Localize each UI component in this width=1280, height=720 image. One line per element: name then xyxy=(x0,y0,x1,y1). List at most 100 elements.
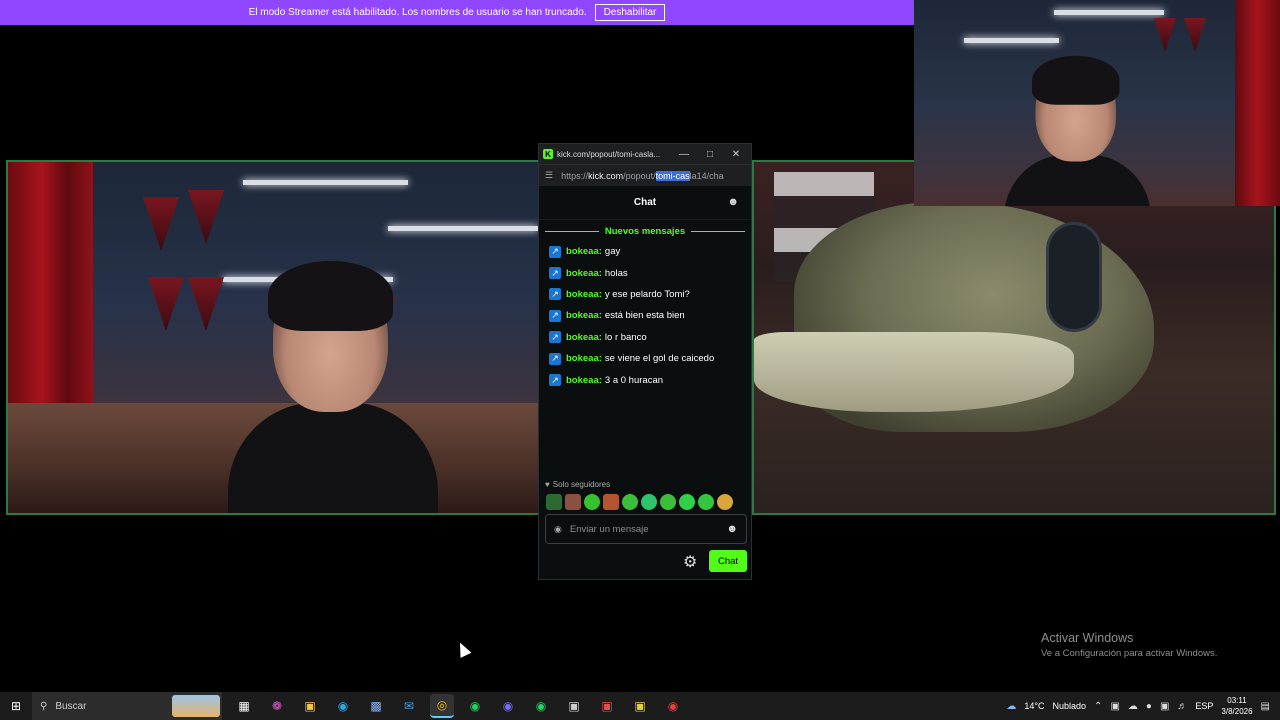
site-settings-icon[interactable]: ☰ xyxy=(545,170,553,181)
clock[interactable]: 03:11 3/8/2026 xyxy=(1221,695,1252,717)
kick-logo-icon: K xyxy=(543,149,553,159)
emote-icon[interactable] xyxy=(565,494,581,510)
chat-messages: ↗ bokeaa: gay ↗ bokeaa: holas ↗ bokeaa: y ese … xyxy=(539,241,751,391)
users-icon[interactable]: ☻ xyxy=(727,196,739,208)
activate-windows-watermark: Activar Windows Ve a Configuración para … xyxy=(1041,631,1217,659)
emote-icon[interactable] xyxy=(717,494,733,510)
spotify-icon[interactable]: ◉ xyxy=(463,694,487,718)
weather-desc[interactable]: Nublado xyxy=(1053,701,1087,711)
onedrive-icon[interactable]: ☁ xyxy=(1128,701,1138,712)
minimize-icon[interactable]: — xyxy=(673,149,695,160)
chat-username[interactable]: bokeaa: xyxy=(566,310,602,321)
badge-icon: ↗ xyxy=(549,267,561,280)
weather-icon[interactable]: ☁ xyxy=(1006,701,1016,712)
chat-message: ↗ bokeaa: está bien esta bien xyxy=(549,305,741,326)
network-icon[interactable]: ▣ xyxy=(1160,701,1169,712)
activate-subtitle: Ve a Configuración para activar Windows. xyxy=(1041,648,1218,659)
chat-username[interactable]: bokeaa: xyxy=(566,375,602,386)
chat-message: ↗ bokeaa: y ese pelardo Tomi? xyxy=(549,284,741,305)
chat-username[interactable]: bokeaa: xyxy=(566,332,602,343)
taskbar-search[interactable]: ⚲ Buscar xyxy=(32,692,222,720)
banner-text: El modo Streamer está habilitado. Los no… xyxy=(248,7,587,18)
chat-message: ↗ bokeaa: gay xyxy=(549,241,741,262)
emoji-icon[interactable]: ☻ xyxy=(726,523,738,535)
emote-icon[interactable] xyxy=(698,494,714,510)
chat-text: se viene el gol de caicedo xyxy=(604,353,715,365)
volume-icon[interactable]: ♬ xyxy=(1177,701,1187,712)
chat-username[interactable]: bokeaa: xyxy=(566,353,602,364)
maximize-icon[interactable]: □ xyxy=(699,149,721,160)
chat-username[interactable]: bokeaa: xyxy=(566,289,602,300)
close-icon[interactable]: ✕ xyxy=(725,149,747,160)
copilot-icon[interactable]: ❁ xyxy=(265,694,289,718)
chat-input-box[interactable]: ◉ ☻ xyxy=(545,514,747,544)
task-view-icon[interactable]: ▦ xyxy=(232,694,256,718)
emote-icon[interactable] xyxy=(603,494,619,510)
discord-icon[interactable]: ◉ xyxy=(496,694,520,718)
search-icon: ⚲ xyxy=(40,700,48,712)
curtain xyxy=(1235,0,1280,206)
chat-text: está bien esta bien xyxy=(604,310,685,322)
emote-icon[interactable] xyxy=(622,494,638,510)
system-tray: ☁ 14°C Nublado ⌃ ▣ ☁ ● ▣ ♬ ESP 03:11 3/8… xyxy=(1006,692,1280,720)
chat-username[interactable]: bokeaa: xyxy=(566,246,602,257)
gear-icon[interactable]: ⚙ xyxy=(683,552,697,572)
followers-only-notice: ♥ Solo seguidores xyxy=(545,480,610,489)
window-titlebar[interactable]: K kick.com/popout/tomi-casla... — □ ✕ xyxy=(539,144,751,164)
language-indicator[interactable]: ESP xyxy=(1195,701,1213,711)
shelf xyxy=(1054,10,1164,15)
chat-message: ↗ bokeaa: holas xyxy=(549,262,741,283)
store-icon[interactable]: ▩ xyxy=(364,694,388,718)
url-text[interactable]: https://kick.com/popout/tomi-casla14/cha xyxy=(561,170,724,181)
mail-icon[interactable]: ✉ xyxy=(397,694,421,718)
shelf xyxy=(388,226,538,231)
url-path: /popout/ xyxy=(623,170,656,181)
chat-message-input[interactable] xyxy=(569,523,719,535)
emote-icon[interactable] xyxy=(584,494,600,510)
pennant xyxy=(1184,18,1206,52)
url-host: kick.com xyxy=(588,170,624,181)
crocodile-video xyxy=(752,160,1276,515)
chat-text: gay xyxy=(604,246,621,258)
chat-text: lo r banco xyxy=(604,331,647,343)
chat-username[interactable]: bokeaa: xyxy=(566,268,602,279)
microphone-icon[interactable]: ● xyxy=(1146,701,1152,712)
chat-text: y ese pelardo Tomi? xyxy=(604,288,690,300)
url-prefix: https:// xyxy=(561,170,589,181)
window-title: kick.com/popout/tomi-casla... xyxy=(557,149,661,159)
shelf xyxy=(964,38,1059,43)
new-messages-divider[interactable]: Nuevos mensajes xyxy=(539,220,751,241)
notifications-icon[interactable]: ▤ xyxy=(1261,701,1270,712)
clock-date: 3/8/2026 xyxy=(1221,707,1253,716)
app-icon[interactable]: ▣ xyxy=(628,694,652,718)
crocodile-jaw xyxy=(754,332,1074,412)
edge-icon[interactable]: ◉ xyxy=(331,694,355,718)
emote-icon[interactable] xyxy=(660,494,676,510)
app-icon[interactable]: ▣ xyxy=(595,694,619,718)
url-selected-text: tomi-cas xyxy=(655,170,690,181)
file-explorer-icon[interactable]: ▣ xyxy=(298,694,322,718)
whatsapp-icon[interactable]: ◉ xyxy=(529,694,553,718)
emote-icon[interactable] xyxy=(679,494,695,510)
chat-text: 3 a 0 huracan xyxy=(604,374,664,386)
emote-icon[interactable] xyxy=(546,494,562,510)
tray-app-icon[interactable]: ▣ xyxy=(1110,701,1119,712)
chevron-up-icon[interactable]: ⌃ xyxy=(1094,701,1102,712)
stream-video-main xyxy=(6,160,540,515)
pennant xyxy=(188,277,224,331)
pennant xyxy=(148,277,184,331)
chat-text: holas xyxy=(604,267,628,279)
obs-icon[interactable]: ◉ xyxy=(661,694,685,718)
send-chat-button[interactable]: Chat xyxy=(709,550,747,572)
new-messages-label: Nuevos mensajes xyxy=(604,226,686,237)
emote-icon[interactable] xyxy=(641,494,657,510)
chrome-icon[interactable]: ◎ xyxy=(430,694,454,718)
chat-header: Chat ☻ xyxy=(539,186,751,220)
windows-start-icon[interactable]: ⊞ xyxy=(0,692,32,720)
address-bar[interactable]: ☰ https://kick.com/popout/tomi-casla14/c… xyxy=(539,164,751,186)
pennant xyxy=(188,190,224,244)
weather-temp[interactable]: 14°C xyxy=(1024,701,1044,711)
chat-message: ↗ bokeaa: se viene el gol de caicedo xyxy=(549,348,741,369)
app-icon[interactable]: ▣ xyxy=(562,694,586,718)
disable-streamer-mode-button[interactable]: Deshabilitar xyxy=(594,4,666,21)
